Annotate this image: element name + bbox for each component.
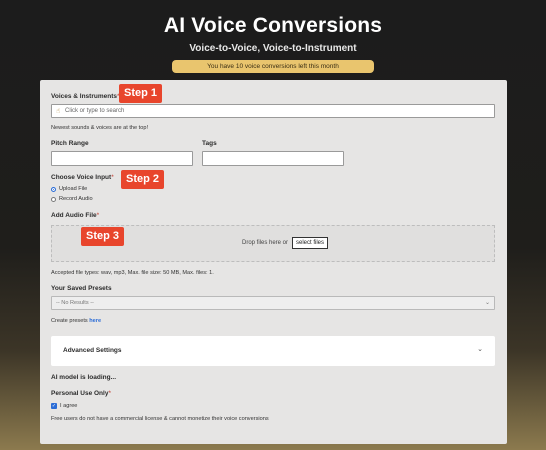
dropzone-text: Drop files here or — [242, 240, 289, 246]
tags-input[interactable] — [202, 151, 344, 166]
pitch-range-label: Pitch Range — [51, 140, 89, 147]
audio-file-label: Add Audio File* — [51, 212, 100, 219]
chevron-down-icon: ⌄ — [484, 300, 490, 306]
page-subtitle: Voice-to-Voice, Voice-to-Instrument — [189, 43, 357, 54]
radio-empty-icon — [51, 196, 56, 202]
conversion-form-panel: Voices & Instruments* Step 1 ☝ Click or … — [40, 80, 507, 444]
voices-hint: Newest sounds & voices are at the top! — [51, 125, 149, 131]
presets-select-value: -- No Results -- — [56, 300, 94, 306]
voice-search-placeholder: Click or type to search — [65, 108, 125, 114]
agree-checkbox-label: I agree — [60, 403, 78, 409]
tags-label: Tags — [202, 140, 217, 147]
chevron-down-icon: ⌄ — [477, 346, 483, 353]
advanced-settings-toggle[interactable]: Advanced Settings ⌄ — [51, 336, 495, 366]
accepted-file-types: Accepted file types: wav, mp3, Max. file… — [51, 270, 214, 276]
create-presets-text: Create presets here — [51, 318, 102, 324]
required-asterisk: * — [96, 212, 100, 219]
radio-selected-icon — [51, 186, 56, 192]
conversions-left-banner: You have 10 voice conversions left this … — [172, 60, 374, 73]
personal-use-label: Personal Use Only* — [51, 390, 111, 397]
license-note: Free users do not have a commercial lice… — [51, 416, 269, 422]
advanced-settings-label: Advanced Settings — [63, 347, 122, 354]
required-asterisk: * — [111, 174, 114, 181]
model-loading-status: AI model is loading... — [51, 374, 117, 381]
step-3-badge: Step 3 — [81, 227, 125, 246]
voices-label: Voices & Instruments* — [51, 93, 120, 100]
page-title: AI Voice Conversions — [163, 14, 383, 37]
radio-upload-file[interactable]: Upload File — [51, 186, 87, 192]
required-asterisk: * — [108, 390, 111, 397]
pitch-range-input[interactable] — [51, 151, 193, 166]
select-files-button[interactable]: select files — [292, 237, 329, 249]
agree-checkbox[interactable]: ✓ — [51, 403, 57, 409]
radio-record-audio[interactable]: Record Audio — [51, 196, 93, 202]
pointer-hand-icon: ☝ — [56, 108, 61, 115]
voice-input-label: Choose Voice Input* — [51, 174, 114, 181]
voice-search-input[interactable]: ☝ Click or type to search — [51, 104, 495, 118]
step-1-badge: Step 1 — [119, 84, 163, 103]
saved-presets-label: Your Saved Presets — [51, 285, 112, 292]
create-presets-link[interactable]: here — [89, 318, 101, 324]
step-2-badge: Step 2 — [121, 170, 165, 189]
presets-select[interactable]: -- No Results -- ⌄ — [51, 296, 495, 310]
